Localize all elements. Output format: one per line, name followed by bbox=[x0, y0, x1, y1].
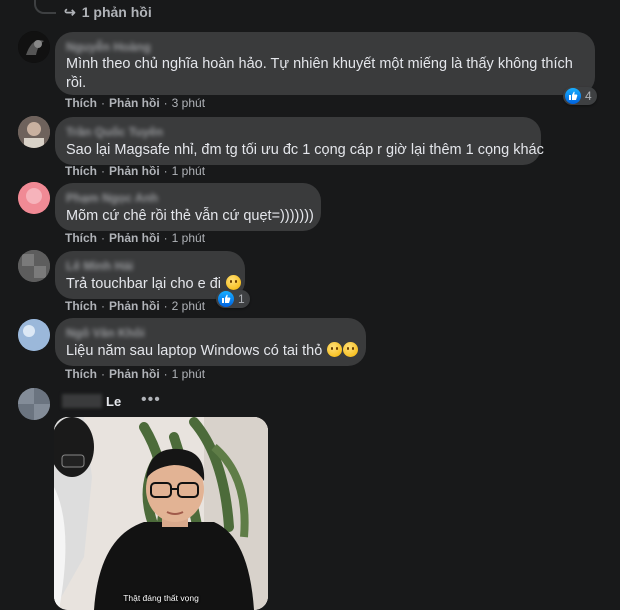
comment-author[interactable]: Lê Minh Hải bbox=[66, 259, 233, 273]
like-action[interactable]: Thích bbox=[65, 299, 97, 313]
comment-text-wrap: Trả touchbar lại cho e đi bbox=[66, 275, 242, 294]
view-replies-label: 1 phản hồi bbox=[81, 4, 152, 20]
thinking-face-emoji-icon bbox=[327, 342, 343, 357]
reply-action[interactable]: Phản hồi bbox=[109, 299, 160, 313]
author-blur bbox=[62, 394, 102, 408]
avatar[interactable] bbox=[18, 116, 50, 148]
image-caption: Thật đáng thất vọng bbox=[123, 593, 199, 603]
comment-text: Sao lại Magsafe nhỉ, đm tg tối ưu đc 1 c… bbox=[66, 142, 544, 158]
avatar[interactable] bbox=[18, 319, 50, 351]
comment-text-wrap: Liệu năm sau laptop Windows có tai thỏ bbox=[66, 342, 359, 361]
like-icon bbox=[565, 88, 581, 104]
comment-text: Trả touchbar lại cho e đi bbox=[66, 276, 222, 292]
like-action[interactable]: Thích bbox=[65, 96, 97, 110]
reply-action[interactable]: Phản hồi bbox=[109, 96, 160, 110]
reaction-count-label: 4 bbox=[585, 89, 592, 103]
comment-actions: Thích · Phản hồi · 1 phút bbox=[65, 164, 206, 178]
comment-bubble: Ngô Văn Khôi Liệu năm sau laptop Windows… bbox=[55, 318, 366, 366]
avatar[interactable] bbox=[18, 182, 50, 214]
comment-actions: Thích · Phản hồi · 2 phút bbox=[65, 299, 206, 313]
avatar[interactable] bbox=[18, 388, 50, 420]
comment-time[interactable]: 3 phút bbox=[172, 96, 205, 110]
comment-actions: Thích · Phản hồi · 1 phút bbox=[65, 231, 206, 245]
comment-bubble: Nguyễn Hoàng Mình theo chủ nghĩa hoàn hả… bbox=[55, 32, 595, 95]
reply-action[interactable]: Phản hồi bbox=[109, 231, 160, 245]
reply-arrow-icon: ↪ bbox=[64, 3, 76, 20]
like-action[interactable]: Thích bbox=[65, 231, 97, 245]
comment-bubble: Phạm Ngọc Anh Mõm cứ chê rồi thẻ vẫn cứ … bbox=[55, 183, 321, 231]
comment-time[interactable]: 2 phút bbox=[172, 299, 205, 313]
reaction-count[interactable]: 4 bbox=[563, 87, 597, 105]
like-icon bbox=[218, 291, 234, 307]
comment-time[interactable]: 1 phút bbox=[172, 231, 205, 245]
reply-action[interactable]: Phản hồi bbox=[109, 164, 160, 178]
comment-image[interactable]: Thật đáng thất vọng bbox=[54, 417, 268, 610]
avatar[interactable] bbox=[18, 31, 50, 63]
comment-time[interactable]: 1 phút bbox=[172, 367, 205, 381]
comment-author[interactable]: Le bbox=[106, 394, 121, 409]
like-action[interactable]: Thích bbox=[65, 164, 97, 178]
comment-text: Mõm cứ chê rồi thẻ vẫn cứ quẹt=))))))) bbox=[66, 208, 314, 224]
avatar[interactable] bbox=[18, 250, 50, 282]
worried-face-emoji-icon bbox=[226, 275, 242, 290]
comment-actions: Thích · Phản hồi · 1 phút bbox=[65, 367, 206, 381]
comment-actions: Thích · Phản hồi · 3 phút bbox=[65, 96, 206, 110]
comment-time[interactable]: 1 phút bbox=[172, 164, 205, 178]
comment-text: Mình theo chủ nghĩa hoàn hảo. Tự nhiên k… bbox=[66, 56, 573, 91]
meme-illustration bbox=[54, 417, 268, 610]
comment-author[interactable]: Phạm Ngọc Anh bbox=[66, 191, 309, 205]
reply-action[interactable]: Phản hồi bbox=[109, 367, 160, 381]
reaction-count-label: 1 bbox=[238, 292, 245, 306]
reaction-count[interactable]: 1 bbox=[216, 290, 250, 308]
comment-text: Liệu năm sau laptop Windows có tai thỏ bbox=[66, 343, 323, 359]
thinking-face-emoji-icon bbox=[343, 342, 359, 357]
like-action[interactable]: Thích bbox=[65, 367, 97, 381]
comment-author[interactable]: Nguyễn Hoàng bbox=[66, 40, 583, 54]
comment-bubble: Lê Minh Hải Trả touchbar lại cho e đi bbox=[55, 251, 245, 299]
thread-connector bbox=[34, 0, 56, 14]
view-replies-link[interactable]: ↪ 1 phản hồi bbox=[64, 2, 152, 22]
comment-bubble: Trần Quốc Tuyên Sao lại Magsafe nhỉ, đm … bbox=[55, 117, 544, 165]
comment-author[interactable]: Ngô Văn Khôi bbox=[66, 326, 354, 340]
more-options-icon[interactable]: ••• bbox=[141, 391, 161, 409]
comment-author[interactable]: Trần Quốc Tuyên bbox=[66, 125, 529, 139]
